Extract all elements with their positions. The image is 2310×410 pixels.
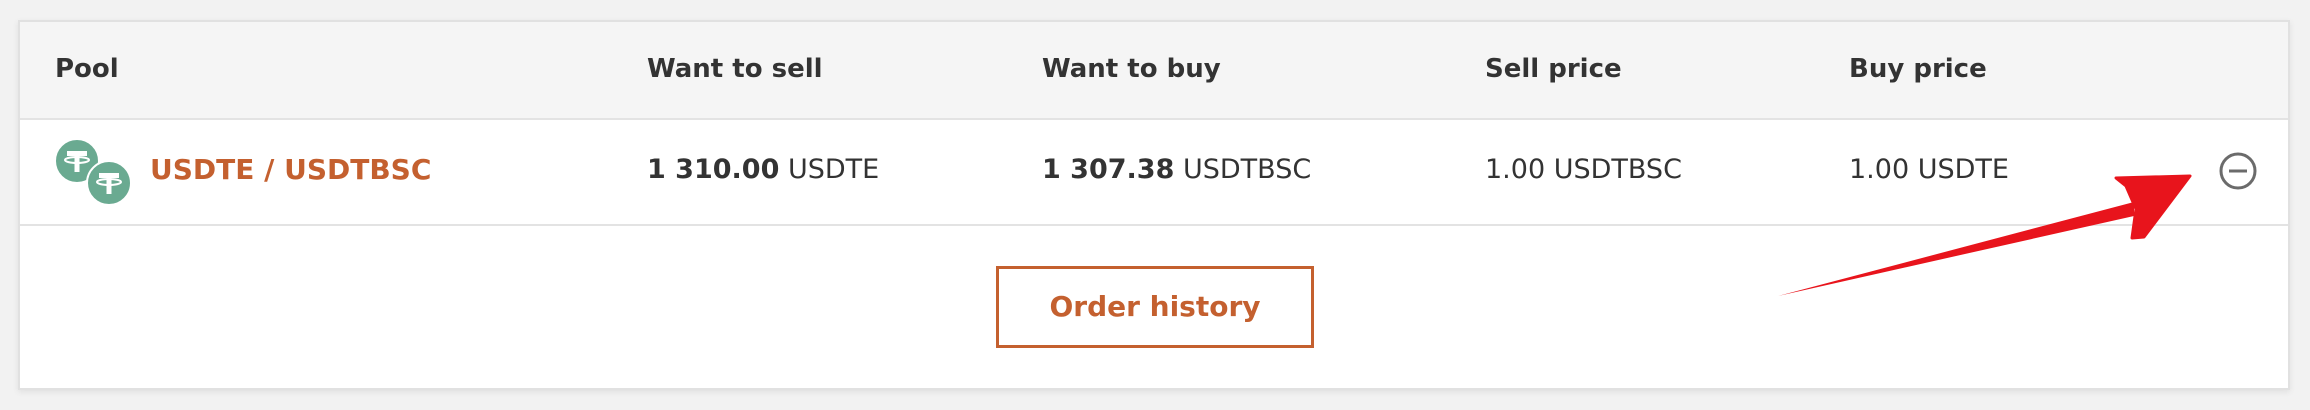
pool-link[interactable]: USDTE / USDTBSC: [150, 153, 431, 186]
want-to-sell-unit: USDTE: [787, 154, 880, 185]
order-history-button[interactable]: Order history: [996, 266, 1314, 348]
header-sell-price: Sell price: [1485, 54, 1622, 84]
table-header: Pool Want to sell Want to buy Sell price…: [20, 22, 2288, 120]
pools-table-card: Pool Want to sell Want to buy Sell price…: [18, 20, 2290, 390]
want-to-sell-amount: 1 310.00: [647, 154, 780, 185]
table-row: USDTE / USDTBSC 1 310.00 USDTE 1 307.38 …: [20, 120, 2288, 226]
header-pool: Pool: [55, 54, 119, 84]
tether-icon: [86, 160, 132, 206]
want-to-buy-cell: 1 307.38 USDTBSC: [1042, 154, 1311, 185]
header-want-to-sell: Want to sell: [647, 54, 823, 84]
want-to-buy-amount: 1 307.38: [1042, 154, 1175, 185]
want-to-sell-cell: 1 310.00 USDTE: [647, 154, 879, 185]
remove-order-button[interactable]: [2218, 151, 2258, 191]
want-to-buy-unit: USDTBSC: [1182, 154, 1312, 185]
header-buy-price: Buy price: [1849, 54, 1987, 84]
minus-circle-icon: [2219, 152, 2257, 190]
buy-price-cell: 1.00 USDTE: [1849, 154, 2009, 185]
header-want-to-buy: Want to buy: [1042, 54, 1221, 84]
sell-price-cell: 1.00 USDTBSC: [1485, 154, 1682, 185]
